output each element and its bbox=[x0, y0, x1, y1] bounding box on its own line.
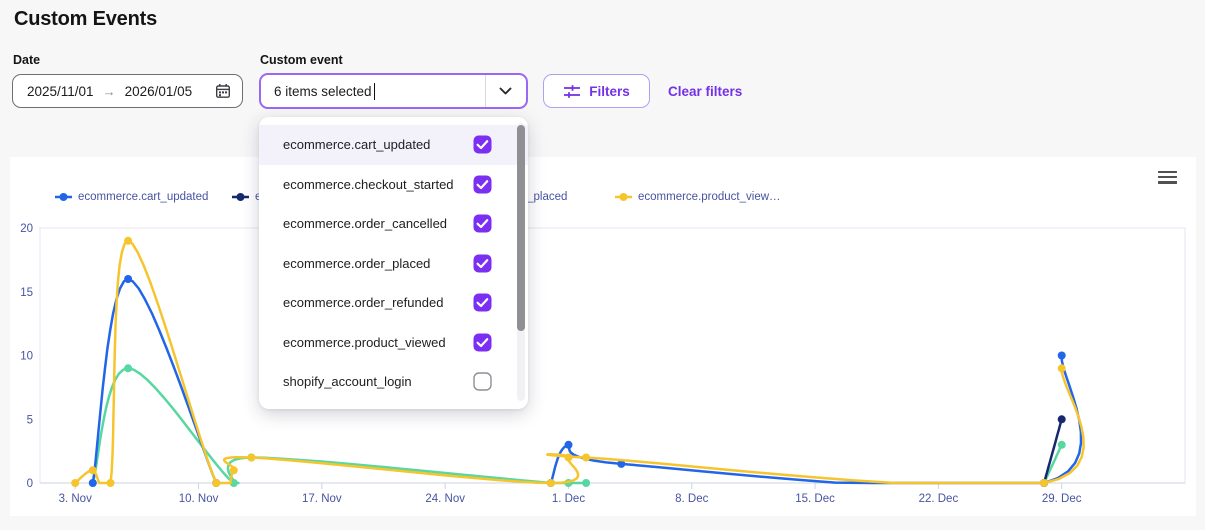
legend-marker-icon bbox=[232, 192, 249, 202]
svg-text:15: 15 bbox=[20, 287, 33, 299]
custom-event-label: Custom event bbox=[260, 53, 343, 67]
custom-events-page: Custom Events Date 2025/11/01 → 2026/01/… bbox=[0, 0, 1205, 530]
dropdown-options-list: ecommerce.cart_updated ecommerce.checkout… bbox=[259, 125, 528, 402]
dropdown-option-label: ecommerce.checkout_started bbox=[283, 177, 454, 192]
dropdown-option-label: ecommerce.order_refunded bbox=[283, 295, 443, 310]
legend-marker-icon bbox=[55, 192, 72, 202]
scrollbar-track[interactable] bbox=[517, 123, 525, 401]
clear-filters-link[interactable]: Clear filters bbox=[668, 84, 742, 99]
filters-button[interactable]: Filters bbox=[543, 74, 650, 108]
scrollbar-thumb[interactable] bbox=[517, 125, 525, 331]
svg-text:8. Dec: 8. Dec bbox=[675, 493, 708, 505]
legend-marker-icon bbox=[615, 192, 632, 202]
checkbox-checked-icon[interactable] bbox=[473, 333, 492, 352]
dropdown-option[interactable]: ecommerce.checkout_started bbox=[259, 165, 528, 205]
dropdown-option-label: ecommerce.cart_updated bbox=[283, 137, 430, 152]
checkbox-checked-icon[interactable] bbox=[473, 135, 492, 154]
select-value: 6 items selected bbox=[274, 84, 372, 99]
checkbox-checked-icon[interactable] bbox=[473, 254, 492, 273]
svg-text:10: 10 bbox=[20, 351, 33, 363]
svg-text:10. Nov: 10. Nov bbox=[179, 493, 219, 505]
arrow-right-icon: → bbox=[103, 84, 116, 99]
dropdown-option-label: ecommerce.product_viewed bbox=[283, 335, 446, 350]
custom-event-select[interactable]: 6 items selected bbox=[259, 73, 528, 109]
checkbox-checked-icon[interactable] bbox=[473, 175, 492, 194]
text-cursor bbox=[374, 83, 375, 100]
dropdown-option[interactable]: ecommerce.order_placed bbox=[259, 244, 528, 284]
svg-text:22. Dec: 22. Dec bbox=[919, 493, 959, 505]
svg-text:24. Nov: 24. Nov bbox=[425, 493, 465, 505]
svg-text:15. Dec: 15. Dec bbox=[795, 493, 835, 505]
dropdown-option[interactable]: ecommerce.cart_updated bbox=[259, 125, 528, 165]
svg-text:17. Nov: 17. Nov bbox=[302, 493, 342, 505]
chevron-down-icon bbox=[499, 87, 512, 95]
checkbox-checked-icon[interactable] bbox=[473, 214, 492, 233]
line-chart: 3. Nov 10. Nov 17. Nov 24. Nov 1. Dec 8. Dec 1… bbox=[10, 157, 1196, 516]
chart-menu-button[interactable] bbox=[1158, 168, 1177, 186]
dropdown-option-label: ecommerce.order_cancelled bbox=[283, 216, 447, 231]
date-start-value: 2025/11/01 bbox=[27, 84, 94, 99]
svg-text:1. Dec: 1. Dec bbox=[552, 493, 585, 505]
checkbox-unchecked-icon[interactable] bbox=[473, 372, 492, 391]
svg-text:3. Nov: 3. Nov bbox=[59, 493, 92, 505]
date-range-input[interactable]: 2025/11/01 → 2026/01/05 bbox=[12, 74, 243, 108]
dropdown-option[interactable]: shopify_account_login bbox=[259, 362, 528, 402]
filters-button-label: Filters bbox=[589, 84, 630, 99]
filter-sliders-icon bbox=[563, 84, 581, 99]
svg-text:20: 20 bbox=[20, 223, 33, 235]
legend-label: ecommerce.cart_updated bbox=[78, 191, 208, 203]
legend-label: ecommerce.product_view… bbox=[638, 191, 781, 203]
chart-card: 3. Nov 10. Nov 17. Nov 24. Nov 1. Dec 8. Dec 1… bbox=[10, 157, 1196, 516]
dropdown-option[interactable]: ecommerce.order_cancelled bbox=[259, 204, 528, 244]
svg-text:5: 5 bbox=[27, 414, 33, 426]
date-label: Date bbox=[13, 53, 40, 67]
custom-event-dropdown: ecommerce.cart_updated ecommerce.checkout… bbox=[259, 117, 528, 409]
page-title: Custom Events bbox=[14, 8, 157, 31]
calendar-icon[interactable] bbox=[215, 83, 231, 99]
dropdown-option[interactable]: ecommerce.product_viewed bbox=[259, 323, 528, 363]
checkbox-checked-icon[interactable] bbox=[473, 293, 492, 312]
legend-item[interactable]: ecommerce.product_view… bbox=[615, 191, 781, 203]
dropdown-option-label: ecommerce.order_placed bbox=[283, 256, 430, 271]
dropdown-option-label: shopify_account_login bbox=[283, 374, 412, 389]
chart-legend: ecommerce.cart_updatedecommerce.checkout… bbox=[10, 191, 1196, 207]
dropdown-option[interactable]: ecommerce.order_refunded bbox=[259, 283, 528, 323]
svg-text:29. Dec: 29. Dec bbox=[1042, 493, 1082, 505]
legend-item[interactable]: ecommerce.cart_updated bbox=[55, 191, 208, 203]
date-end-value: 2026/01/05 bbox=[125, 84, 193, 99]
select-chevron-area[interactable] bbox=[485, 75, 526, 107]
svg-text:0: 0 bbox=[27, 478, 33, 490]
